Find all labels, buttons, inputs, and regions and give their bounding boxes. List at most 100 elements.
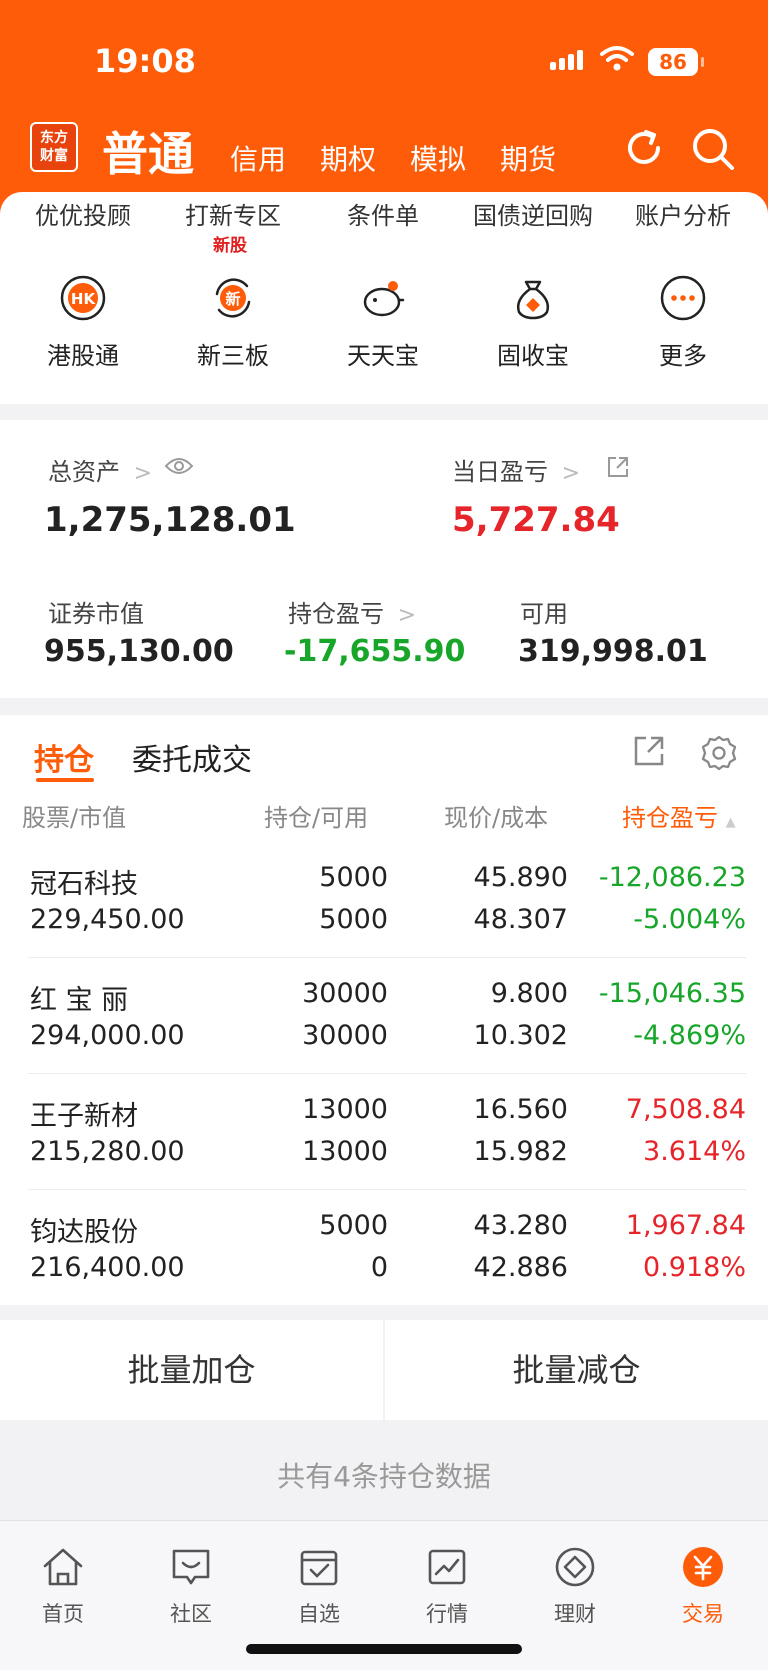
position-pl-pct: 3.614% xyxy=(643,1136,746,1167)
available-qty: 5000 xyxy=(319,904,388,935)
current-price: 9.800 xyxy=(490,978,568,1009)
column-price-cost: 现价/成本 xyxy=(444,804,549,832)
available-qty: 13000 xyxy=(302,1136,388,1167)
stock-name: 红 宝 丽 xyxy=(30,985,129,1016)
account-tab-futures[interactable]: 期货 xyxy=(500,138,556,178)
cost-price: 10.302 xyxy=(473,1020,568,1051)
menu-more[interactable]: 更多 xyxy=(608,336,758,371)
column-position-pl[interactable]: 持仓盈亏 ▲ xyxy=(622,798,736,833)
holding-qty: 5000 xyxy=(319,862,388,893)
hk-icon[interactable]: HK xyxy=(59,274,107,322)
market-value-label: 证券市值 xyxy=(48,600,144,628)
column-stock-market-value: 股票/市值 xyxy=(22,804,127,832)
eye-icon[interactable] xyxy=(164,454,194,478)
account-tab-simulation[interactable]: 模拟 xyxy=(410,138,466,178)
stock-market-value: 216,400.00 xyxy=(30,1252,185,1283)
row-divider xyxy=(28,957,746,958)
available-value: 319,998.01 xyxy=(518,634,708,669)
position-pl-pct: -5.004% xyxy=(633,904,746,935)
total-assets-label[interactable]: 总资产 > xyxy=(48,452,152,487)
position-pl-pct: 0.918% xyxy=(643,1252,746,1283)
account-tab-normal[interactable]: 普通 xyxy=(102,118,194,184)
home-icon xyxy=(43,1548,83,1586)
stock-name: 钧达股份 xyxy=(30,1217,138,1248)
tab-watchlist[interactable]: 自选 xyxy=(274,1546,364,1628)
more-icon[interactable] xyxy=(659,274,707,322)
home-indicator xyxy=(246,1644,522,1654)
menu-tiantianbao[interactable]: 天天宝 xyxy=(308,336,458,371)
batch-add-button[interactable]: 批量加仓 xyxy=(0,1320,383,1420)
menu-reverse-repo[interactable]: 国债逆回购 xyxy=(458,196,608,231)
settings-gear-icon[interactable] xyxy=(700,734,738,772)
available-qty: 30000 xyxy=(302,1020,388,1051)
stock-name: 冠石科技 xyxy=(30,869,138,900)
chevron-right-icon: > xyxy=(561,461,581,486)
available-qty: 0 xyxy=(370,1252,388,1283)
tab-market[interactable]: 行情 xyxy=(402,1546,492,1628)
row-divider xyxy=(28,1073,746,1074)
yuan-icon xyxy=(683,1547,723,1587)
status-bar: 19:08 86 xyxy=(0,0,768,120)
current-price: 45.890 xyxy=(473,862,568,893)
piggy-bank-icon[interactable] xyxy=(359,274,407,322)
menu-hk-connect[interactable]: 港股通 xyxy=(8,336,158,371)
wifi-icon xyxy=(600,46,634,71)
checklist-icon xyxy=(300,1550,338,1586)
current-price: 16.560 xyxy=(473,1094,568,1125)
current-price: 43.280 xyxy=(473,1210,568,1241)
position-pl: 7,508.84 xyxy=(625,1094,746,1125)
daily-pl-value: 5,727.84 xyxy=(452,500,620,540)
status-time: 19:08 xyxy=(94,42,196,80)
tab-positions[interactable]: 持仓 xyxy=(34,735,94,779)
menu-account-analysis[interactable]: 账户分析 xyxy=(608,196,758,231)
tab-orders-trades[interactable]: 委托成交 xyxy=(132,735,252,779)
menu-new-third-board[interactable]: 新三板 xyxy=(158,336,308,371)
tab-trade[interactable]: 交易 xyxy=(658,1546,748,1628)
app-logo: 东方 财富 xyxy=(30,122,78,172)
svg-text:新: 新 xyxy=(225,290,240,308)
money-bag-icon[interactable] xyxy=(509,274,557,322)
position-pl: -15,046.35 xyxy=(598,978,746,1009)
account-tab-options[interactable]: 期权 xyxy=(320,138,376,178)
share-icon[interactable] xyxy=(606,455,630,479)
row-divider xyxy=(28,1189,746,1190)
cost-price: 15.982 xyxy=(473,1136,568,1167)
chat-icon xyxy=(172,1549,210,1585)
menu-conditional-order[interactable]: 条件单 xyxy=(308,196,458,231)
position-pl: -12,086.23 xyxy=(598,862,746,893)
position-pl-pct: -4.869% xyxy=(633,1020,746,1051)
svg-text:HK: HK xyxy=(71,290,97,308)
tab-home[interactable]: 首页 xyxy=(18,1546,108,1628)
holding-qty: 30000 xyxy=(302,978,388,1009)
holding-qty: 5000 xyxy=(319,1210,388,1241)
account-tab-credit[interactable]: 信用 xyxy=(230,138,286,178)
column-holding-available: 持仓/可用 xyxy=(264,804,369,832)
xin-icon[interactable]: 新 xyxy=(209,274,257,322)
export-icon[interactable] xyxy=(632,734,666,768)
new-stock-badge: 新股 xyxy=(213,236,247,256)
menu-ipo-zone[interactable]: 打新专区 xyxy=(158,196,308,231)
chevron-right-icon: > xyxy=(133,461,153,486)
tab-community[interactable]: 社区 xyxy=(146,1546,236,1628)
cost-price: 42.886 xyxy=(473,1252,568,1283)
search-icon[interactable] xyxy=(690,126,736,172)
sort-icon: ▲ xyxy=(725,815,736,830)
menu-gushoubao[interactable]: 固收宝 xyxy=(458,336,608,371)
diamond-icon xyxy=(555,1547,595,1587)
position-pl: 1,967.84 xyxy=(625,1210,746,1241)
total-assets-value: 1,275,128.01 xyxy=(44,500,296,540)
active-tab-underline xyxy=(36,778,94,782)
cost-price: 48.307 xyxy=(473,904,568,935)
stock-name: 王子新材 xyxy=(30,1101,138,1132)
refresh-icon[interactable] xyxy=(622,126,666,170)
chevron-right-icon: > xyxy=(397,603,417,628)
stock-market-value: 215,280.00 xyxy=(30,1136,185,1167)
daily-pl-label[interactable]: 当日盈亏 > xyxy=(452,452,580,487)
position-pl-value: -17,655.90 xyxy=(284,634,466,669)
position-pl-label[interactable]: 持仓盈亏 > xyxy=(288,594,416,629)
tab-wealth[interactable]: 理财 xyxy=(530,1546,620,1628)
batch-reduce-button[interactable]: 批量减仓 xyxy=(385,1320,768,1420)
signal-icon xyxy=(550,50,586,70)
menu-youyou-advisor[interactable]: 优优投顾 xyxy=(8,196,158,231)
positions-count-text: 共有4条持仓数据 xyxy=(277,1460,491,1493)
